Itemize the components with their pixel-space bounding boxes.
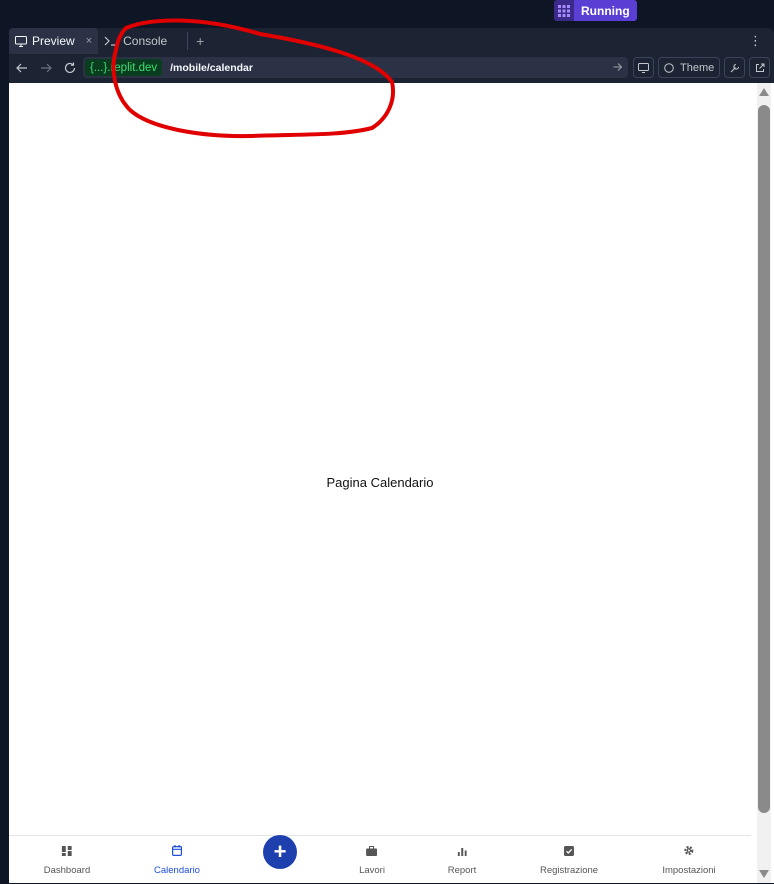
tab-console[interactable]: Console: [98, 28, 173, 54]
screen-icon: [638, 62, 649, 73]
briefcase-icon: [366, 846, 378, 859]
url-host: {...}.replit.dev: [85, 59, 163, 76]
wrench-icon: [730, 63, 739, 72]
palette-icon: [664, 62, 674, 73]
url-input[interactable]: {...}.replit.dev /mobile/calendar: [83, 57, 628, 78]
forward-arrow-icon[interactable]: [35, 57, 57, 79]
scroll-down-arrow-icon[interactable]: [759, 870, 769, 878]
top-bar: Running: [0, 0, 774, 28]
nav-dashboard[interactable]: Dashboard: [44, 836, 90, 884]
nav-impostazioni-label: Impostazioni: [662, 865, 716, 876]
theme-label: Theme: [680, 61, 715, 74]
devices-button[interactable]: [633, 57, 654, 78]
url-bar: {...}.replit.dev /mobile/calendar Theme: [9, 55, 774, 81]
tab-preview-label: Preview: [32, 34, 75, 48]
devtools-button[interactable]: [724, 57, 746, 78]
nav-registrazione-label: Registrazione: [539, 865, 599, 876]
url-tools: Theme: [633, 57, 771, 78]
running-button[interactable]: Running: [574, 0, 637, 21]
calendar-icon: [171, 845, 182, 859]
reload-icon[interactable]: [59, 57, 81, 79]
page-title: Pagina Calendario: [326, 475, 434, 490]
monitor-icon: [15, 35, 27, 47]
tab-bar: Preview × Console + ⋮: [9, 28, 774, 54]
preview-viewport: Pagina Calendario Dashboard Calendario +: [9, 83, 774, 883]
scroll-thumb[interactable]: [758, 105, 770, 813]
terminal-icon: [104, 36, 118, 46]
replit-grid-icon: [554, 0, 574, 21]
go-arrow-icon[interactable]: [613, 62, 623, 74]
tab-console-label: Console: [123, 34, 168, 48]
scroll-up-arrow-icon[interactable]: [759, 88, 769, 96]
tab-preview[interactable]: Preview ×: [9, 28, 99, 54]
nav-lavori-label: Lavori: [359, 865, 385, 876]
preview-panel: Preview × Console + ⋮ {...}.replit.dev /…: [9, 28, 774, 883]
open-new-tab-button[interactable]: [749, 57, 771, 78]
close-tab-icon[interactable]: ×: [86, 35, 92, 47]
add-button[interactable]: +: [263, 835, 297, 869]
nav-dashboard-label: Dashboard: [43, 865, 91, 876]
back-arrow-icon[interactable]: [11, 57, 33, 79]
nav-lavori[interactable]: Lavori: [359, 836, 385, 884]
nav-registrazione[interactable]: Registrazione: [540, 836, 598, 884]
add-tab-icon[interactable]: +: [196, 33, 204, 49]
theme-button[interactable]: Theme: [658, 57, 721, 78]
nav-report-label: Report: [447, 865, 477, 876]
nav-impostazioni[interactable]: Impostazioni: [662, 836, 716, 884]
run-control[interactable]: Running: [554, 0, 637, 21]
scrollbar[interactable]: [757, 83, 771, 883]
nav-calendario[interactable]: Calendario: [154, 836, 200, 884]
nav-calendario-label: Calendario: [154, 865, 200, 876]
url-path: /mobile/calendar: [170, 61, 253, 74]
gear-icon: [684, 845, 695, 859]
more-menu-icon[interactable]: ⋮: [749, 33, 762, 49]
bar-chart-icon: [457, 847, 467, 859]
nav-report[interactable]: Report: [447, 836, 477, 884]
tab-divider: [187, 32, 189, 50]
check-box-icon: [564, 846, 574, 859]
grid-icon: [61, 846, 72, 859]
bottom-nav: Dashboard Calendario + Lavori Report Reg…: [9, 835, 751, 883]
external-link-icon: [755, 63, 765, 72]
